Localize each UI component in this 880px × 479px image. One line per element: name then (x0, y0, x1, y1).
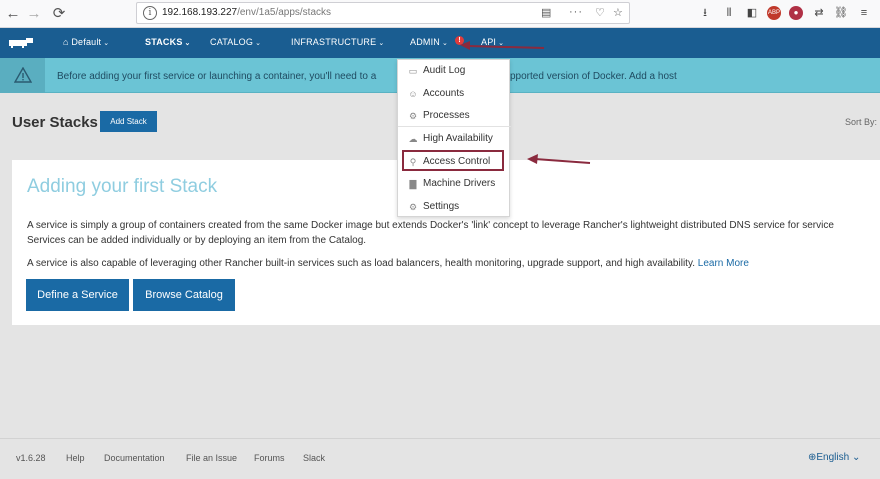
nav-admin[interactable]: ADMIN ⌄ (410, 37, 448, 47)
nav-catalog[interactable]: CATALOG ⌄ (210, 37, 261, 47)
pocket-icon[interactable]: ♡ (595, 6, 605, 19)
add-host-link[interactable]: Add a host (629, 71, 677, 82)
footer: v1.6.28 Help Documentation File an Issue… (0, 438, 880, 479)
download-icon[interactable]: ⭳ (698, 6, 712, 20)
chevron-down-icon: ⌄ (849, 452, 861, 463)
language-selector[interactable]: ⊕English ⌄ (808, 452, 860, 463)
nav-infrastructure[interactable]: INFRASTRUCTURE ⌄ (291, 37, 384, 47)
file-issue-link[interactable]: File an Issue (186, 453, 237, 463)
chevron-down-icon: ⌄ (255, 40, 262, 47)
forward-button[interactable]: → (24, 4, 44, 24)
menu-item-label: Processes (423, 110, 470, 121)
banner-message-end: pported version of Docker. Add a host (510, 71, 677, 82)
chevron-down-icon: ⌄ (378, 40, 385, 47)
menu-item-audit-log[interactable]: ▭ Audit Log (398, 61, 511, 81)
menu-item-label: Machine Drivers (423, 178, 496, 189)
card-title: Adding your first Stack (27, 176, 218, 197)
back-button[interactable]: ← (3, 4, 23, 24)
card-description-services: A service is also capable of leveraging … (27, 258, 749, 269)
menu-icon[interactable]: ≡ (857, 6, 871, 20)
environment-switcher[interactable]: ⌂ Default ⌄ (63, 37, 109, 47)
processes-icon: ⚙ (408, 111, 418, 121)
menu-item-label: High Availability (423, 133, 493, 144)
add-stack-button[interactable]: Add Stack (100, 111, 157, 132)
reload-button[interactable]: ⟳ (49, 4, 69, 24)
rancher-logo-icon[interactable] (9, 38, 33, 48)
menu-divider (398, 126, 511, 127)
app-header: ⌂ Default ⌄ STACKS ⌄ CATALOG ⌄ INFRASTRUCTU… (0, 28, 880, 58)
slack-link[interactable]: Slack (303, 453, 325, 463)
help-link[interactable]: Help (66, 453, 85, 463)
annotation-arrow-icon (527, 154, 591, 164)
browser-toolbar: ← → ⟳ i 192.168.193.227/env/1a5/apps/sta… (0, 0, 880, 28)
chevron-down-icon: ⌄ (103, 40, 110, 47)
machine-drivers-icon: ▇ (409, 179, 417, 189)
audit-log-icon: ▭ (408, 66, 418, 76)
url-bar[interactable]: i 192.168.193.227/env/1a5/apps/stacks ▤ … (136, 2, 630, 24)
menu-item-processes[interactable]: ⚙ Processes (398, 106, 511, 126)
documentation-link[interactable]: Documentation (104, 453, 165, 463)
card-description: A service is simply a group of container… (27, 218, 880, 248)
nav-admin-label: ADMIN (410, 37, 440, 47)
nav-catalog-label: CATALOG (210, 37, 254, 47)
version-label: v1.6.28 (16, 453, 46, 463)
define-service-button[interactable]: Define a Service (26, 279, 129, 311)
nav-stacks-label: STACKS (145, 37, 183, 47)
menu-item-label: Accounts (423, 88, 465, 99)
settings-icon: ⚙ (408, 202, 418, 212)
card-description-line-1: A service is simply a group of container… (27, 220, 834, 231)
url-path: /env/1a5/apps/stacks (237, 7, 332, 18)
environment-label: Default (71, 37, 102, 47)
chevron-down-icon: ⌄ (184, 40, 191, 47)
menu-item-label: Audit Log (423, 65, 466, 76)
nav-stacks[interactable]: STACKS ⌄ (145, 37, 191, 47)
nav-infrastructure-label: INFRASTRUCTURE (291, 37, 377, 47)
admin-dropdown-menu: ▭ Audit Log ☺ Accounts ⚙ Processes ☁ Hig… (397, 59, 511, 217)
sort-by-label[interactable]: Sort By: (845, 117, 877, 127)
forums-link[interactable]: Forums (254, 453, 285, 463)
learn-more-link[interactable]: Learn More (698, 258, 749, 269)
browse-catalog-button[interactable]: Browse Catalog (133, 279, 235, 311)
banner-icon-area (0, 58, 45, 93)
bookmark-star-icon[interactable]: ☆ (613, 6, 623, 19)
chevron-down-icon: ⌄ (442, 40, 449, 47)
extension-shield-icon[interactable]: ● (789, 6, 803, 20)
library-icon[interactable]: ⫴ (722, 6, 736, 20)
sidebar-icon[interactable]: ◧ (745, 6, 759, 20)
page-actions-icon[interactable]: ··· (569, 6, 583, 18)
reader-view-icon[interactable]: ▤ (541, 6, 551, 19)
annotation-arrow-icon (460, 41, 545, 50)
page-title: User Stacks (12, 114, 98, 131)
menu-item-machine-drivers[interactable]: ▇ Machine Drivers (398, 174, 511, 194)
url-text: 192.168.193.227/env/1a5/apps/stacks (162, 7, 331, 18)
card-description-line-2: Services can be added individually or by… (27, 235, 367, 246)
extension-abp-icon[interactable]: ABP (767, 6, 781, 20)
link-icon[interactable]: ⛓ (834, 6, 848, 20)
accounts-icon: ☺ (408, 89, 418, 99)
url-host: 192.168.193.227 (162, 7, 238, 18)
language-label: English (816, 452, 850, 463)
menu-item-high-availability[interactable]: ☁ High Availability (398, 129, 511, 149)
access-control-highlight-box (402, 150, 504, 171)
banner-message: Before adding your first service or laun… (57, 71, 377, 82)
menu-item-accounts[interactable]: ☺ Accounts (398, 84, 511, 104)
warning-icon (14, 67, 32, 83)
high-availability-icon: ☁ (408, 134, 418, 144)
banner-message-tail: pported version of Docker. (510, 71, 627, 82)
menu-item-label: Settings (423, 201, 460, 212)
card-services-text: A service is also capable of leveraging … (27, 258, 695, 269)
sync-icon[interactable]: ⇄ (812, 6, 826, 20)
menu-item-settings[interactable]: ⚙ Settings (398, 197, 511, 217)
info-icon[interactable]: i (143, 6, 157, 20)
